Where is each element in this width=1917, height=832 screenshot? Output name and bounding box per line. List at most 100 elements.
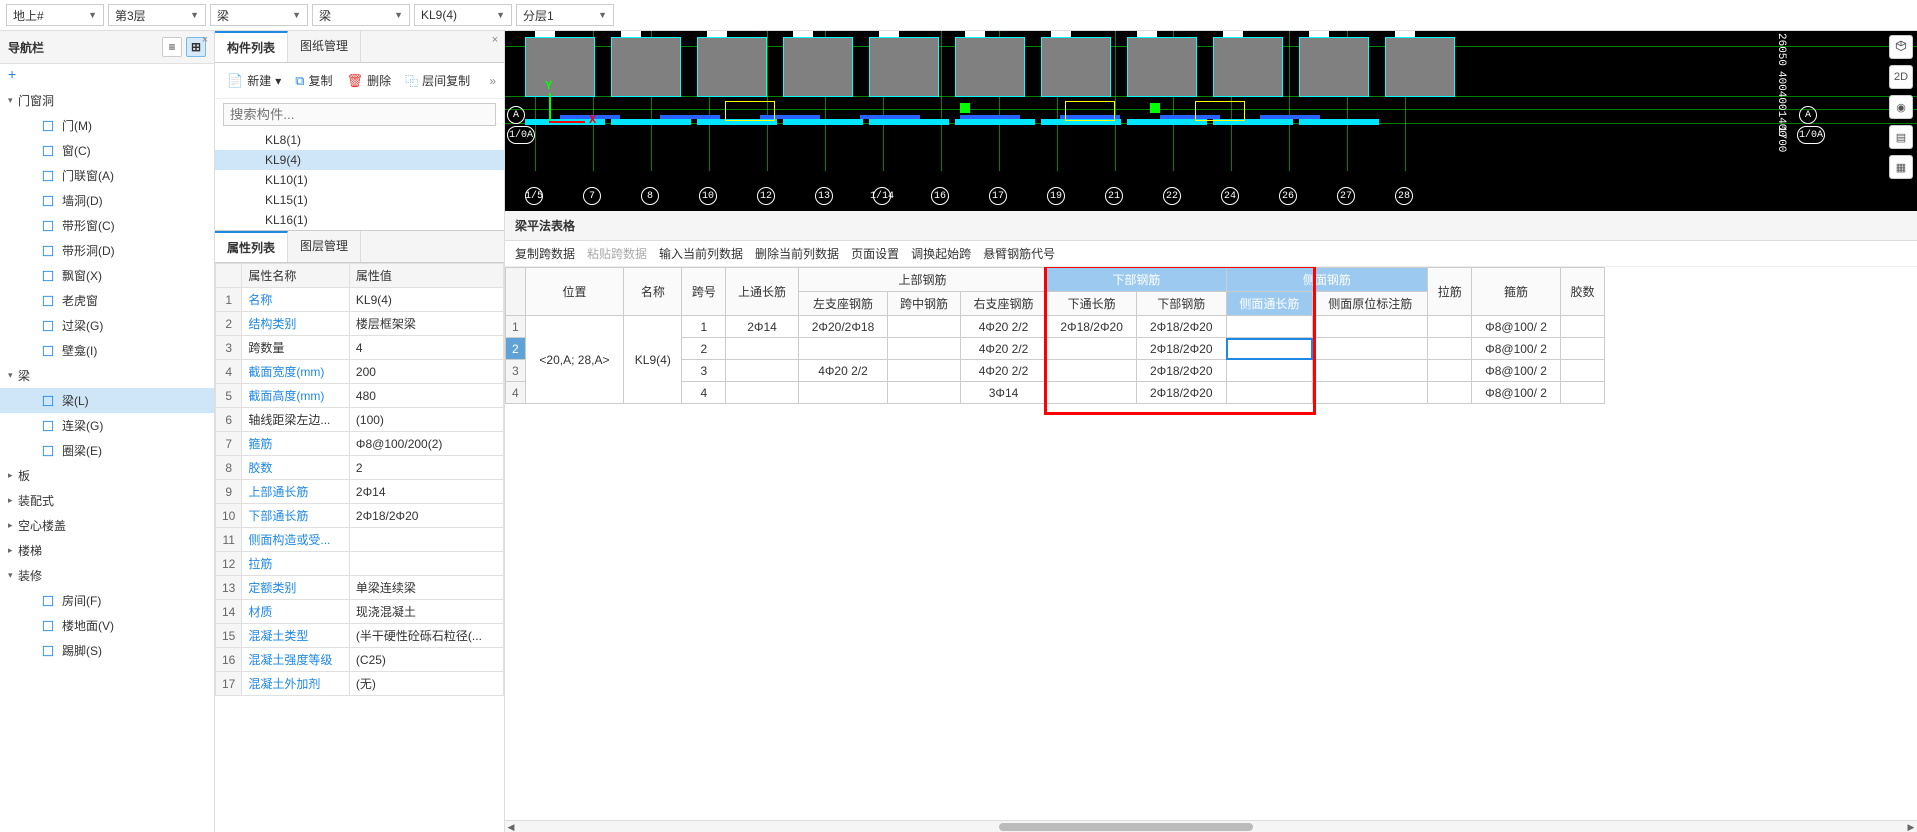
tree-item[interactable]: 连梁(G) [0, 413, 214, 438]
property-row[interactable]: 2结构类别楼层框架梁 [216, 312, 504, 336]
property-table[interactable]: 属性名称 属性值 1名称KL9(4)2结构类别楼层框架梁3跨数量44截面宽度(m… [215, 263, 504, 832]
property-row[interactable]: 17混凝土外加剂(无) [216, 672, 504, 696]
tree-group-header[interactable]: ▾ 门窗洞 [0, 88, 214, 113]
prop-value[interactable]: 480 [349, 384, 503, 408]
prop-value[interactable]: 4 [349, 336, 503, 360]
tab-component-list[interactable]: 构件列表 [215, 31, 288, 62]
col-limb[interactable]: 胶数 [1560, 268, 1604, 316]
delete-button[interactable]: 🗑删除 [343, 70, 396, 91]
tree-group-header[interactable]: ▸ 板 [0, 463, 214, 488]
component-item[interactable]: KL16(1) [215, 210, 504, 230]
property-row[interactable]: 8胶数2 [216, 456, 504, 480]
tab-layer-mgmt[interactable]: 图层管理 [288, 231, 361, 262]
prop-value[interactable]: (无) [349, 672, 503, 696]
compass-icon[interactable]: ◉ [1889, 95, 1913, 119]
property-row[interactable]: 12拉筋 [216, 552, 504, 576]
plan-canvas[interactable]: 1/5781012131/14161719212224262728 Y X 26… [505, 31, 1917, 211]
cell-side-long[interactable] [1226, 360, 1313, 382]
property-row[interactable]: 4截面宽度(mm)200 [216, 360, 504, 384]
tab-drawing-mgmt[interactable]: 图纸管理 [288, 31, 361, 62]
tree-item[interactable]: 过梁(G) [0, 313, 214, 338]
prop-value[interactable]: 单梁连续梁 [349, 576, 503, 600]
cell-name[interactable]: KL9(4) [624, 316, 682, 404]
col-side-orig[interactable]: 侧面原位标注筋 [1313, 292, 1428, 316]
tree-group-header[interactable]: ▸ 空心楼盖 [0, 513, 214, 538]
tree-item[interactable]: 踢脚(S) [0, 638, 214, 663]
tree-item[interactable]: 带形洞(D) [0, 238, 214, 263]
col-left-sup[interactable]: 左支座钢筋 [798, 292, 888, 316]
component-item[interactable]: KL10(1) [215, 170, 504, 190]
tree-item[interactable]: 门联窗(A) [0, 163, 214, 188]
table-row[interactable]: 1<20,A; 28,A>KL9(4)12Φ142Φ20/2Φ184Φ20 2/… [506, 316, 1605, 338]
property-row[interactable]: 16混凝土强度等级(C25) [216, 648, 504, 672]
tree-item[interactable]: 老虎窗 [0, 288, 214, 313]
col-name[interactable]: 名称 [624, 268, 682, 316]
filter-floor[interactable]: 第3层▼ [108, 4, 206, 26]
new-button[interactable]: 📄新建▾ [223, 70, 285, 91]
col-top-long[interactable]: 上通长筋 [726, 268, 798, 316]
property-row[interactable]: 13定额类别单梁连续梁 [216, 576, 504, 600]
tree-item[interactable]: 带形窗(C) [0, 213, 214, 238]
close-icon[interactable]: × [488, 33, 502, 47]
data-table-wrap[interactable]: 位置 名称 跨号 上通长筋 上部钢筋 下部钢筋 侧面钢筋 拉筋 箍筋 胶数 [505, 267, 1917, 820]
tree-item[interactable]: 楼地面(V) [0, 613, 214, 638]
cell-side-long[interactable] [1226, 316, 1313, 338]
layers-icon[interactable]: ▤ [1889, 125, 1913, 149]
tree-item[interactable]: 圈梁(E) [0, 438, 214, 463]
tree-item[interactable]: 墙洞(D) [0, 188, 214, 213]
prop-value[interactable]: 2Φ14 [349, 480, 503, 504]
prop-value[interactable]: 现浇混凝土 [349, 600, 503, 624]
prop-value[interactable]: KL9(4) [349, 288, 503, 312]
property-row[interactable]: 7箍筋Φ8@100/200(2) [216, 432, 504, 456]
search-input[interactable] [223, 103, 496, 126]
colgroup-upper[interactable]: 上部钢筋 [798, 268, 1047, 292]
col-stirrup[interactable]: 箍筋 [1472, 268, 1561, 316]
cell-pos[interactable]: <20,A; 28,A> [525, 316, 624, 404]
property-row[interactable]: 11侧面构造或受... [216, 528, 504, 552]
component-list[interactable]: KL8(1)KL9(4)KL10(1)KL15(1)KL16(1) [215, 130, 504, 230]
filter-type[interactable]: 梁▼ [312, 4, 410, 26]
prop-value[interactable]: Φ8@100/200(2) [349, 432, 503, 456]
tree-item[interactable]: 飘窗(X) [0, 263, 214, 288]
tab-properties[interactable]: 属性列表 [215, 231, 288, 262]
colgroup-lower[interactable]: 下部钢筋 [1047, 268, 1226, 292]
copy-button[interactable]: ⧉复制 [291, 70, 336, 91]
tree-item[interactable]: 梁(L) [0, 388, 214, 413]
cell-side-long[interactable] [1226, 338, 1313, 360]
view-list-icon[interactable]: ≡ [162, 37, 182, 57]
col-bot-bar[interactable]: 下部钢筋 [1136, 292, 1226, 316]
col-bot-long[interactable]: 下通长筋 [1047, 292, 1137, 316]
col-tie[interactable]: 拉筋 [1428, 268, 1472, 316]
cube-3d-icon[interactable] [1889, 35, 1913, 59]
property-row[interactable]: 3跨数量4 [216, 336, 504, 360]
filter-layer[interactable]: 分层1▼ [516, 4, 614, 26]
scroll-left-icon[interactable]: ◀ [505, 821, 517, 832]
action-link[interactable]: 输入当前列数据 [659, 245, 743, 262]
prop-value[interactable] [349, 552, 503, 576]
horizontal-scrollbar[interactable]: ◀ ▶ [505, 820, 1917, 832]
tree-item[interactable]: 壁龛(I) [0, 338, 214, 363]
cell-side-long[interactable] [1226, 382, 1313, 404]
property-row[interactable]: 5截面高度(mm)480 [216, 384, 504, 408]
prop-value[interactable]: (C25) [349, 648, 503, 672]
col-span[interactable]: 跨号 [682, 268, 726, 316]
prop-value[interactable]: 2Φ18/2Φ20 [349, 504, 503, 528]
more-icon[interactable]: » [489, 74, 496, 88]
scroll-right-icon[interactable]: ▶ [1905, 821, 1917, 832]
prop-value[interactable]: 2 [349, 456, 503, 480]
prop-value[interactable]: (100) [349, 408, 503, 432]
action-link[interactable]: 调换起始跨 [911, 245, 971, 262]
add-category-button[interactable]: + [0, 64, 214, 84]
tree-group-header[interactable]: ▾ 梁 [0, 363, 214, 388]
prop-value[interactable]: (半干硬性砼砾石粒径(... [349, 624, 503, 648]
tree-item[interactable]: 门(M) [0, 113, 214, 138]
component-item[interactable]: KL9(4) [215, 150, 504, 170]
tree-item[interactable]: 房间(F) [0, 588, 214, 613]
action-link[interactable]: 删除当前列数据 [755, 245, 839, 262]
filter-level[interactable]: 地上#▼ [6, 4, 104, 26]
col-right-sup[interactable]: 右支座钢筋 [960, 292, 1047, 316]
filter-member[interactable]: KL9(4)▼ [414, 4, 512, 26]
action-link[interactable]: 悬臂钢筋代号 [983, 245, 1055, 262]
prop-value[interactable] [349, 528, 503, 552]
grid-icon[interactable]: ▦ [1889, 155, 1913, 179]
